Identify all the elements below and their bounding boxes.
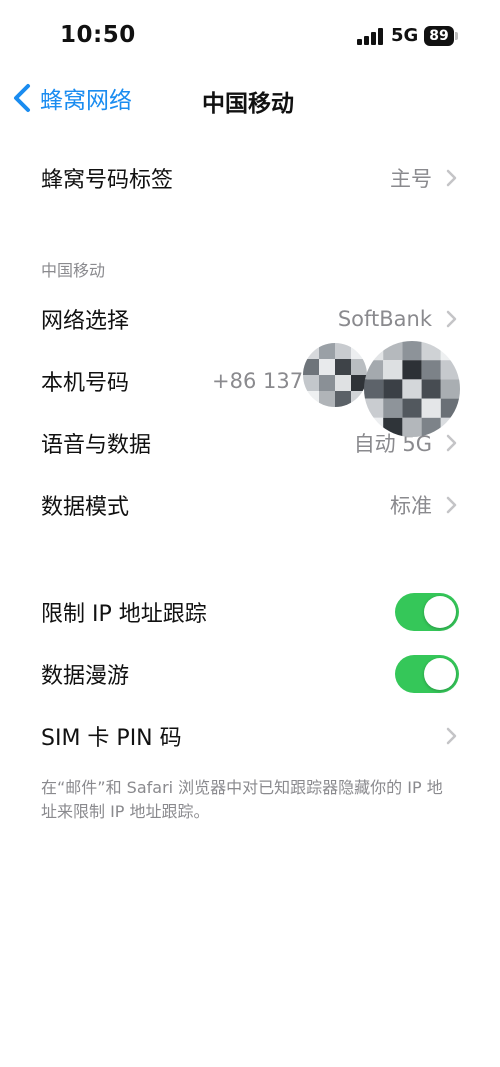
row-label: 数据漫游	[41, 664, 130, 689]
battery-cap	[455, 32, 458, 40]
battery-level: 89	[429, 28, 449, 44]
back-button[interactable]: 蜂窝网络	[10, 78, 132, 118]
limit-ip-tracking-row: 限制 IP 地址跟踪	[0, 581, 500, 643]
chevron-right-icon	[446, 727, 457, 745]
back-label: 蜂窝网络	[40, 88, 132, 114]
chevron-right-icon	[446, 496, 457, 514]
row-label: 语音与数据	[41, 433, 152, 458]
chevron-right-icon	[446, 169, 457, 187]
status-bar: 10:50 5G 89	[0, 0, 500, 70]
toggle-knob	[424, 658, 456, 690]
privacy-blur	[364, 341, 460, 437]
row-label: 网络选择	[41, 309, 130, 334]
data-roaming-toggle[interactable]	[395, 655, 459, 693]
row-value: +86 137	[212, 369, 304, 393]
chevron-right-icon	[446, 310, 457, 328]
battery-icon: 89	[424, 26, 454, 46]
toggle-knob	[424, 596, 456, 628]
cellular-number-label-row[interactable]: 蜂窝号码标签 主号	[0, 147, 500, 209]
row-value: 标准	[390, 494, 432, 518]
page-title: 中国移动	[202, 91, 294, 117]
limit-ip-tracking-toggle[interactable]	[395, 593, 459, 631]
chevron-right-icon	[446, 434, 457, 452]
data-roaming-row: 数据漫游	[0, 643, 500, 705]
network-selection-row[interactable]: 网络选择 SoftBank	[0, 288, 500, 350]
chevron-left-icon	[14, 84, 30, 112]
network-type: 5G	[391, 25, 419, 46]
section-header: 中国移动	[41, 261, 106, 280]
navigation-bar: 蜂窝网络 中国移动	[0, 70, 500, 126]
signal-strength-icon	[357, 28, 383, 45]
sim-pin-row[interactable]: SIM 卡 PIN 码	[0, 705, 500, 767]
row-label: 限制 IP 地址跟踪	[41, 602, 207, 627]
status-time: 10:50	[60, 22, 136, 48]
row-value: 主号	[390, 167, 432, 191]
row-label: SIM 卡 PIN 码	[41, 726, 182, 751]
data-mode-row[interactable]: 数据模式 标准	[0, 474, 500, 536]
row-label: 本机号码	[41, 371, 130, 396]
row-label: 蜂窝号码标签	[41, 168, 174, 193]
footer-note: 在“邮件”和 Safari 浏览器中对已知跟踪器隐藏你的 IP 地址来限制 IP…	[41, 778, 443, 821]
privacy-blur	[303, 343, 367, 407]
row-value: SoftBank	[337, 307, 432, 331]
row-label: 数据模式	[41, 495, 130, 520]
